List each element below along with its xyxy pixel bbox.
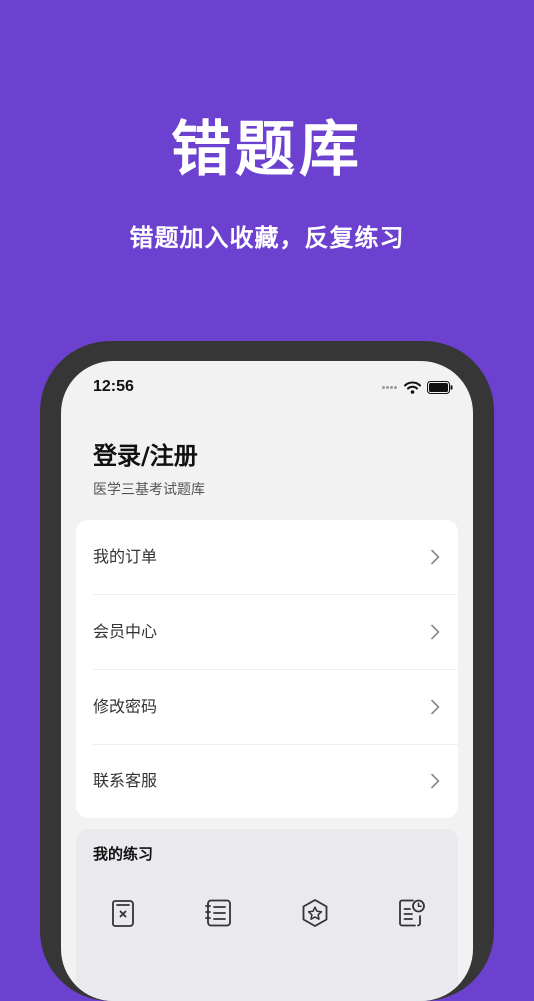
menu-item-membership[interactable]: 会员中心 (76, 595, 458, 669)
practice-title: 我的练习 (93, 845, 154, 863)
wifi-icon (404, 381, 421, 394)
status-icons (382, 378, 453, 396)
favorites-badge-icon[interactable] (299, 897, 331, 929)
menu-item-orders[interactable]: 我的订单 (76, 520, 458, 594)
signal-icon (382, 385, 398, 389)
menu-item-label: 联系客服 (93, 771, 158, 790)
menu-item-label: 我的订单 (93, 547, 158, 566)
menu-item-label: 修改密码 (93, 697, 158, 716)
menu-card: 我的订单 会员中心 修改密码 联系客服 (76, 520, 458, 818)
history-record-icon[interactable] (395, 897, 427, 929)
chevron-right-icon (430, 699, 440, 715)
practice-card: 我的练习 (76, 829, 458, 1001)
menu-item-contact-support[interactable]: 联系客服 (76, 744, 458, 818)
battery-icon (427, 380, 453, 394)
promo-subtitle: 错题加入收藏，反复练习 (129, 224, 405, 252)
chevron-right-icon (430, 773, 440, 789)
menu-item-change-password[interactable]: 修改密码 (76, 670, 458, 744)
chevron-right-icon (430, 549, 440, 565)
wrong-questions-icon[interactable] (107, 897, 139, 929)
promo-title: 错题库 (171, 115, 363, 185)
app-subtitle: 医学三基考试题库 (93, 482, 205, 498)
phone-screen: 12:56 登录/注册 医学三基考试题库 我的订单 会员中心 修改密码 联系客服… (61, 361, 473, 1001)
status-time: 12:56 (93, 378, 134, 395)
chevron-right-icon (430, 624, 440, 640)
menu-item-label: 会员中心 (93, 622, 158, 641)
question-list-icon[interactable] (203, 897, 235, 929)
login-register-title[interactable]: 登录/注册 (93, 439, 198, 473)
